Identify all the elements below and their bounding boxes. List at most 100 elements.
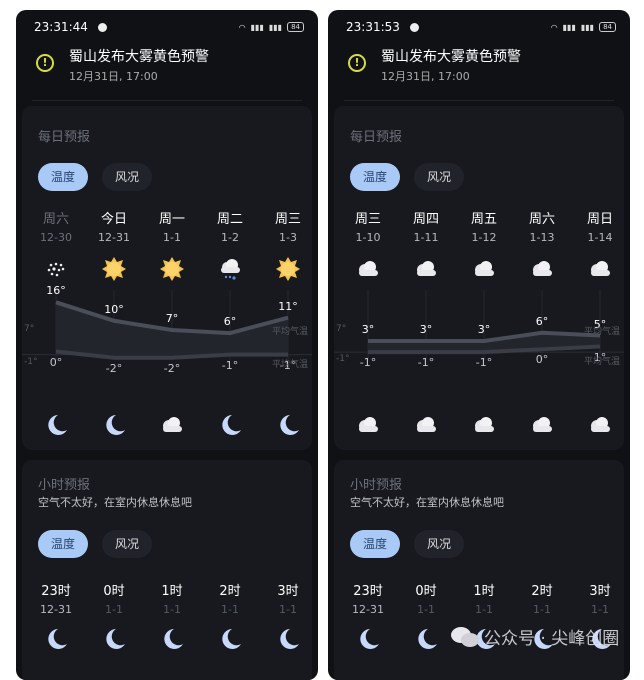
signal-icon: ▮▮▮ bbox=[580, 22, 595, 32]
high-temp-label: 11° bbox=[278, 299, 298, 313]
wifi-icon: ◠ bbox=[550, 22, 558, 32]
low-temp-label: -1° bbox=[221, 358, 239, 372]
phone-screen-1: 23:31:44 ◠ ▮▮▮ ▮▮▮ 84! 蜀山发布大雾黄色预警 12月31日, 17:… bbox=[16, 10, 318, 680]
daily-forecast-card: 每日预报 温度 风况 周六 12-30 今日 12-31 周一 1-1 周二 1-2 周三 1-3 16°… bbox=[22, 106, 312, 450]
high-temp-label: 16° bbox=[46, 284, 66, 298]
warning-icon: ! bbox=[36, 54, 54, 72]
high-temp-label: 3° bbox=[361, 323, 375, 337]
divider bbox=[344, 100, 614, 101]
high-temp-label: 6° bbox=[223, 315, 237, 329]
moon-icon bbox=[43, 626, 69, 652]
hourly-forecast-card: 小时预报 空气不太好，在室内休息休息吧 温度 风况 23时 12-31 0时 1-1 1时 1-1… bbox=[22, 460, 312, 680]
wechat-icon bbox=[451, 626, 479, 647]
hour-name: 0时 bbox=[415, 584, 437, 599]
status-bar: 23:31:53 ◠ ▮▮▮ ▮▮▮ 84 bbox=[346, 19, 616, 35]
hour-name: 23时 bbox=[353, 584, 383, 599]
hour-date: 1-1 bbox=[163, 603, 181, 616]
moon-icon bbox=[355, 626, 381, 652]
hourly-forecast-tip: 空气不太好，在室内休息休息吧 bbox=[350, 496, 504, 509]
hour-column[interactable]: 1时 1-1 bbox=[147, 580, 197, 616]
hour-date: 1-1 bbox=[279, 603, 297, 616]
hour-column[interactable]: 2时 1-1 bbox=[517, 580, 567, 616]
average-temp-caption: 平均气温 bbox=[271, 359, 308, 370]
alert-time: 12月31日, 17:00 bbox=[381, 70, 470, 83]
phone-screen-2: 23:31:53 ◠ ▮▮▮ ▮▮▮ 84! 蜀山发布大雾黄色预警 12月31日, 17:… bbox=[328, 10, 630, 680]
weather-alert[interactable]: ! 蜀山发布大雾黄色预警 12月31日, 17:00 bbox=[36, 46, 308, 84]
hour-name: 2时 bbox=[219, 584, 241, 599]
high-temp-label: 3° bbox=[419, 323, 433, 337]
daily-forecast-card: 每日预报 温度 风况 周三 1-10 周四 1-11 周五 1-12 周六 1-13 周日 1-14 3°… bbox=[334, 106, 624, 450]
hour-date: 1-1 bbox=[475, 603, 493, 616]
battery-icon: 84 bbox=[599, 22, 616, 32]
battery-icon: 84 bbox=[287, 22, 304, 32]
low-temp-label: -1° bbox=[417, 356, 435, 370]
hour-name: 23时 bbox=[41, 584, 71, 599]
hour-column[interactable]: 0时 1-1 bbox=[401, 580, 451, 616]
weather-alert[interactable]: ! 蜀山发布大雾黄色预警 12月31日, 17:00 bbox=[348, 46, 620, 84]
hour-name: 1时 bbox=[473, 584, 495, 599]
moon-icon bbox=[275, 626, 301, 652]
hour-name: 0时 bbox=[103, 584, 125, 599]
hour-column[interactable]: 0时 1-1 bbox=[89, 580, 139, 616]
moon-icon bbox=[101, 626, 127, 652]
high-temp-label: 6° bbox=[535, 314, 549, 328]
tab-wind[interactable]: 风况 bbox=[102, 530, 152, 558]
low-temp-label: -1° bbox=[359, 356, 377, 370]
low-temp-label: 0° bbox=[49, 355, 63, 369]
hour-date: 1-1 bbox=[417, 603, 435, 616]
high-temp-label: 3° bbox=[477, 323, 491, 337]
hour-date: 1-1 bbox=[533, 603, 551, 616]
hourly-forecast-tip: 空气不太好，在室内休息休息吧 bbox=[38, 496, 192, 509]
average-temp-caption: 平均气温 bbox=[583, 327, 620, 337]
clock: 23:31:53 bbox=[346, 20, 400, 34]
average-high-label: 7° bbox=[336, 324, 347, 334]
low-temp-label: -2° bbox=[105, 361, 123, 375]
alert-time: 12月31日, 17:00 bbox=[69, 70, 158, 83]
watermark-text: 公众号 · 尖峰创圈 bbox=[484, 629, 620, 649]
hour-date: 1-1 bbox=[221, 603, 239, 616]
notification-icon bbox=[97, 22, 107, 32]
high-temp-label: 10° bbox=[104, 302, 124, 316]
divider bbox=[32, 100, 302, 101]
hour-column[interactable]: 3时 1-1 bbox=[575, 580, 625, 616]
clock: 23:31:44 bbox=[34, 20, 88, 34]
hourly-forecast-title: 小时预报 bbox=[350, 478, 403, 493]
hourly-forecast-title: 小时预报 bbox=[38, 478, 91, 493]
hour-date: 1-1 bbox=[105, 603, 123, 616]
average-temp-caption: 平均气温 bbox=[583, 357, 620, 368]
low-temp-label: -2° bbox=[163, 361, 181, 375]
tab-temperature[interactable]: 温度 bbox=[350, 530, 400, 558]
signal-icon: ▮▮▮ bbox=[250, 22, 264, 32]
hour-name: 3时 bbox=[277, 584, 299, 599]
wifi-icon: ◠ bbox=[238, 22, 246, 32]
average-low-label: -1° bbox=[24, 356, 38, 367]
hour-name: 3时 bbox=[589, 584, 611, 599]
hour-date: 12-31 bbox=[352, 603, 384, 616]
alert-title: 蜀山发布大雾黄色预警 bbox=[69, 49, 209, 65]
hour-column[interactable]: 2时 1-1 bbox=[205, 580, 255, 616]
moon-icon bbox=[413, 626, 439, 652]
alert-title: 蜀山发布大雾黄色预警 bbox=[381, 49, 521, 65]
hour-date: 1-1 bbox=[591, 603, 609, 616]
average-low-label: -1° bbox=[336, 354, 350, 365]
hour-date: 12-31 bbox=[40, 603, 72, 616]
notification-icon bbox=[409, 22, 419, 32]
average-high-label: 7° bbox=[24, 324, 35, 334]
signal-icon: ▮▮▮ bbox=[562, 22, 576, 32]
hour-column[interactable]: 23时 12-31 bbox=[343, 580, 393, 616]
hour-column[interactable]: 1时 1-1 bbox=[459, 580, 509, 616]
temperature-chart bbox=[334, 290, 624, 360]
temperature-chart bbox=[22, 290, 312, 360]
moon-icon bbox=[159, 626, 185, 652]
tab-wind[interactable]: 风况 bbox=[414, 530, 464, 558]
average-temp-caption: 平均气温 bbox=[271, 327, 308, 337]
status-bar: 23:31:44 ◠ ▮▮▮ ▮▮▮ 84 bbox=[34, 19, 304, 35]
watermark: 公众号 · 尖峰创圈 bbox=[450, 624, 619, 649]
high-temp-label: 7° bbox=[165, 312, 179, 325]
warning-icon: ! bbox=[348, 54, 366, 72]
hour-column[interactable]: 23时 12-31 bbox=[31, 580, 81, 616]
hour-column[interactable]: 3时 1-1 bbox=[263, 580, 313, 616]
low-temp-label: 0° bbox=[535, 353, 549, 367]
tab-temperature[interactable]: 温度 bbox=[38, 530, 88, 558]
low-temp-label: -1° bbox=[475, 356, 493, 370]
